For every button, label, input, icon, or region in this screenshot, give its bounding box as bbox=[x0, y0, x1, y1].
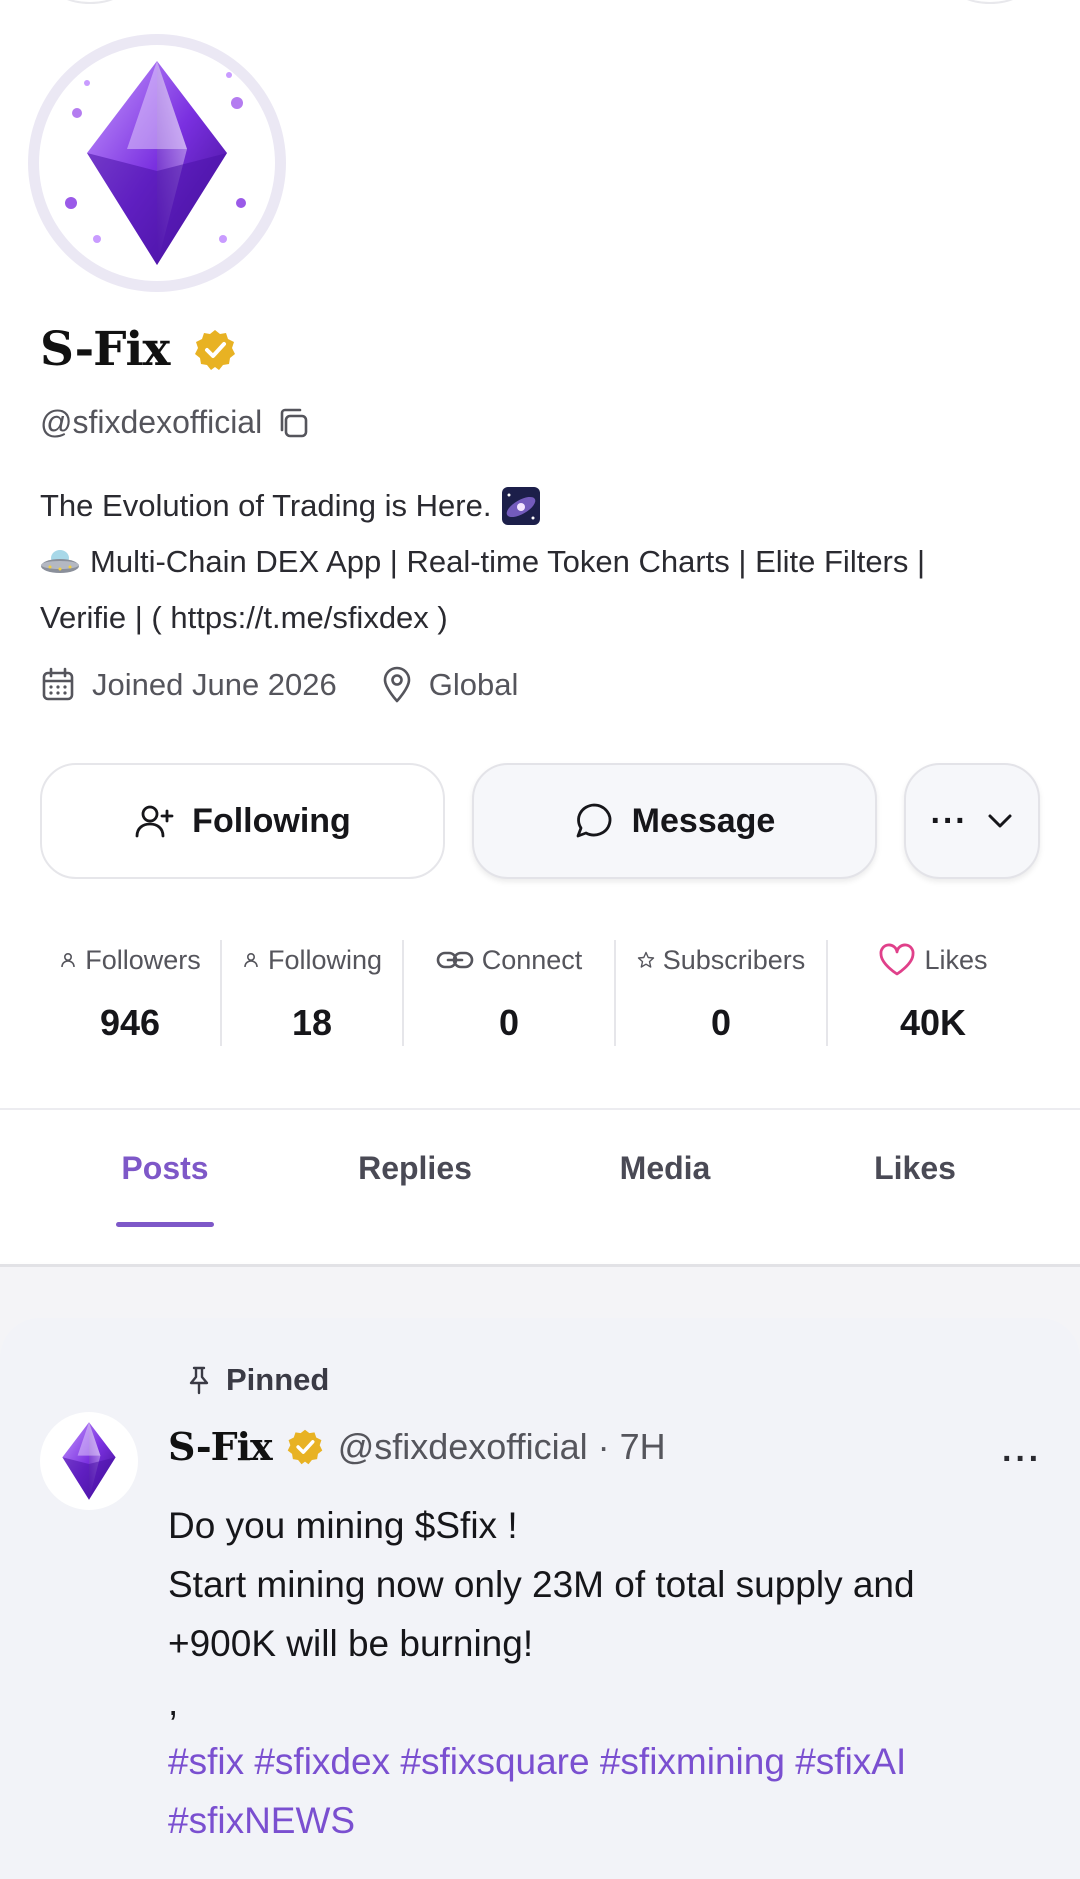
share-button[interactable] bbox=[950, 0, 1030, 4]
calendar-icon bbox=[42, 667, 74, 701]
stat-value: 18 bbox=[291, 1002, 333, 1043]
post-text-line: Do you mining $Sfix ! bbox=[168, 1505, 518, 1546]
pinned-indicator: Pinned bbox=[186, 1362, 329, 1398]
handle-row: @sfixdexofficial bbox=[40, 404, 310, 441]
chat-bubble-icon bbox=[576, 803, 612, 838]
location: Global bbox=[428, 667, 519, 702]
bio-line-2: Multi-Chain DEX App | Real-time Token Ch… bbox=[90, 544, 926, 579]
tab-posts[interactable]: Posts bbox=[0, 1110, 330, 1226]
user-small-icon bbox=[244, 952, 258, 968]
star-icon bbox=[637, 951, 654, 968]
verified-badge-icon bbox=[287, 1429, 322, 1464]
stat-subscribers[interactable]: Subscribers 0 bbox=[616, 940, 826, 1050]
purple-crystal-icon bbox=[65, 61, 246, 265]
profile-meta: Joined June 2026 Global bbox=[40, 666, 562, 704]
heart-icon bbox=[880, 943, 915, 976]
tab-replies[interactable]: Replies bbox=[330, 1110, 500, 1226]
active-tab-indicator bbox=[116, 1222, 214, 1227]
post-hashtags[interactable]: #sfix #sfixdex #sfixsquare #sfixmining #… bbox=[168, 1732, 1048, 1791]
stat-value: 0 bbox=[498, 1002, 520, 1043]
message-button[interactable]: Message bbox=[472, 763, 877, 879]
user-small-icon bbox=[61, 952, 76, 968]
profile-tabs: Posts Replies Media Likes bbox=[0, 1110, 1080, 1266]
stat-value: 0 bbox=[710, 1002, 732, 1043]
profile-name-row: S-Fix bbox=[40, 322, 237, 377]
chevron-down-icon bbox=[988, 814, 1012, 828]
stat-label: Followers bbox=[85, 944, 201, 975]
post-author-handle-time: @sfixdexofficial · 7H bbox=[337, 1425, 666, 1467]
pinned-label: Pinned bbox=[226, 1362, 330, 1397]
profile-name: S-Fix bbox=[40, 322, 170, 377]
user-plus-icon bbox=[135, 805, 174, 838]
pin-icon bbox=[189, 1366, 209, 1395]
back-button[interactable] bbox=[50, 0, 130, 4]
stat-connect[interactable]: Connect 0 bbox=[404, 940, 614, 1050]
stat-followers[interactable]: Followers 946 bbox=[40, 940, 220, 1050]
copy-icon[interactable] bbox=[276, 406, 310, 440]
stat-label: Connect bbox=[481, 944, 583, 975]
profile-avatar[interactable] bbox=[28, 34, 286, 292]
bio-line-3[interactable]: Verifie | ( https://t.me/sfixdex ) bbox=[40, 590, 448, 646]
stat-value: 946 bbox=[99, 1002, 161, 1043]
post-author-name[interactable]: S-Fix bbox=[168, 1424, 273, 1469]
location-pin-icon bbox=[383, 666, 411, 703]
more-options-button[interactable]: ··· bbox=[904, 763, 1040, 879]
joined-date: Joined June 2026 bbox=[92, 667, 337, 702]
post-author-avatar[interactable] bbox=[40, 1412, 138, 1510]
profile-bio: The Evolution of Trading is Here. Multi-… bbox=[40, 478, 1040, 646]
post-text-line: , bbox=[168, 1682, 179, 1723]
profile-handle: @sfixdexofficial bbox=[40, 404, 263, 440]
tab-media[interactable]: Media bbox=[500, 1110, 830, 1226]
stat-label: Following bbox=[267, 944, 383, 975]
stat-value: 40K bbox=[899, 1002, 967, 1043]
post-text-line: Start mining now only 23M of total suppl… bbox=[168, 1564, 915, 1605]
stat-likes[interactable]: Likes 40K bbox=[828, 940, 1038, 1050]
stat-label: Subscribers bbox=[662, 944, 806, 975]
post-hashtags[interactable]: #sfixNEWS bbox=[168, 1791, 1048, 1850]
bio-line-1: The Evolution of Trading is Here. bbox=[40, 488, 492, 523]
profile-stats: Followers 946 Following 18 Connect 0 Sub… bbox=[40, 940, 1038, 1050]
following-button-label: Following bbox=[192, 801, 351, 840]
link-icon bbox=[436, 951, 474, 969]
post-text-line: +900K will be burning! bbox=[168, 1623, 534, 1664]
stat-label: Likes bbox=[924, 944, 988, 975]
ufo-emoji-icon bbox=[41, 550, 79, 573]
post-body: Do you mining $Sfix ! Start mining now o… bbox=[168, 1496, 1048, 1850]
message-button-label: Message bbox=[631, 801, 776, 840]
post-more-button[interactable]: ··· bbox=[1002, 1440, 1042, 1479]
verified-badge-icon bbox=[195, 329, 236, 370]
galaxy-emoji-icon bbox=[502, 487, 541, 525]
following-button[interactable]: Following bbox=[40, 763, 445, 879]
purple-crystal-icon bbox=[62, 1422, 116, 1500]
stat-following[interactable]: Following 18 bbox=[222, 940, 402, 1050]
more-dots-icon: ··· bbox=[930, 801, 968, 840]
post-header: S-Fix @sfixdexofficial · 7H bbox=[168, 1424, 666, 1469]
tab-likes[interactable]: Likes bbox=[830, 1110, 1000, 1226]
